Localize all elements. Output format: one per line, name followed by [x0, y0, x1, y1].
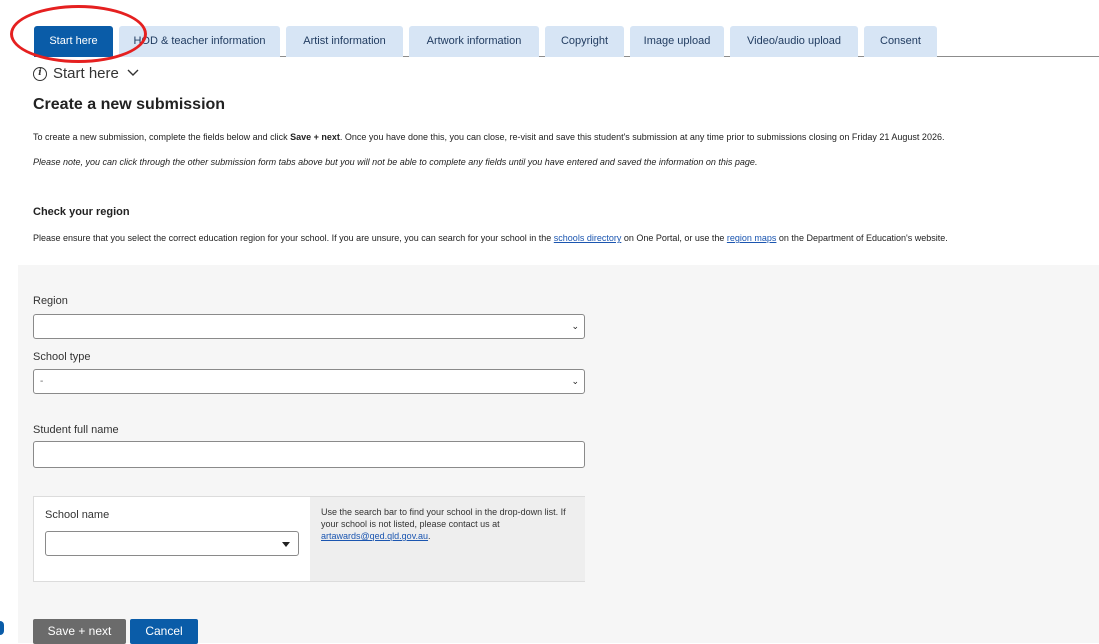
info-icon: i [33, 66, 47, 81]
intro-text: To create a new submission, complete the… [33, 132, 945, 142]
tabs-note: Please note, you can click through the o… [33, 157, 758, 167]
school-name-select[interactable] [45, 531, 299, 556]
save-next-button[interactable]: Save + next [33, 619, 126, 644]
region-check-heading: Check your region [33, 206, 130, 218]
chevron-down-icon: ⌄ [571, 376, 579, 386]
tab-hod-teacher-information[interactable]: HOD & teacher information [119, 26, 280, 57]
student-full-name-input[interactable] [33, 441, 585, 468]
tab-image-upload[interactable]: Image upload [630, 26, 724, 57]
save-next-emphasis: Save + next [290, 132, 340, 142]
region-maps-link[interactable]: region maps [727, 233, 777, 243]
chevron-down-icon [127, 68, 139, 80]
school-name-label: School name [45, 509, 110, 521]
region-label: Region [33, 295, 68, 307]
school-name-help: Use the search bar to find your school i… [310, 497, 585, 581]
cancel-button[interactable]: Cancel [130, 619, 198, 644]
section-toggle-start-here[interactable]: i Start here [33, 65, 139, 82]
region-select[interactable]: ⌄ [33, 314, 585, 339]
schools-directory-link[interactable]: schools directory [554, 233, 622, 243]
tab-artist-information[interactable]: Artist information [286, 26, 403, 57]
tab-artwork-information[interactable]: Artwork information [409, 26, 539, 57]
tab-copyright[interactable]: Copyright [545, 26, 624, 57]
page-title: Create a new submission [33, 96, 226, 113]
section-title: Start here [53, 65, 119, 82]
tab-video-audio-upload[interactable]: Video/audio upload [730, 26, 858, 57]
student-name-label: Student full name [33, 424, 119, 436]
school-type-select[interactable]: - ⌄ [33, 369, 585, 394]
school-type-select-value: - [40, 376, 44, 387]
tab-start-here[interactable]: Start here [34, 26, 113, 57]
side-widget-handle[interactable] [0, 621, 4, 635]
chevron-down-icon: ⌄ [571, 321, 579, 331]
caret-down-icon [282, 542, 290, 547]
school-type-label: School type [33, 351, 91, 363]
school-name-group: School name Use the search bar to find y… [33, 496, 585, 582]
region-check-text: Please ensure that you select the correc… [33, 233, 948, 243]
tab-consent[interactable]: Consent [864, 26, 937, 57]
artawards-email-link[interactable]: artawards@qed.qld.gov.au [321, 531, 428, 541]
form-tab-bar: Start here HOD & teacher information Art… [34, 26, 1099, 57]
